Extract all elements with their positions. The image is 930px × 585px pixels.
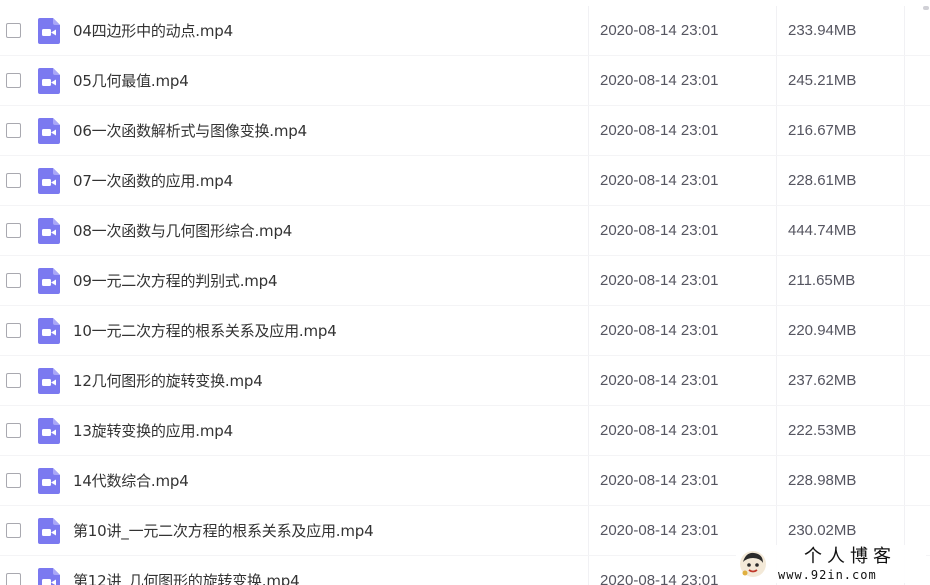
video-file-icon <box>38 218 60 244</box>
video-file-icon <box>38 368 60 394</box>
file-modified-date: 2020-08-14 23:01 <box>600 72 719 89</box>
file-name[interactable]: 第10讲_一元二次方程的根系关系及应用.mp4 <box>73 520 374 541</box>
video-file-icon <box>38 118 60 144</box>
file-size: 237.62MB <box>788 372 857 389</box>
file-row-3[interactable]: 06一次函数解析式与图像变换.mp4 2020-08-14 23:01 216.… <box>0 106 930 156</box>
file-rows: 04四边形中的动点.mp4 2020-08-14 23:01 233.94MB … <box>0 6 930 585</box>
video-file-icon <box>38 468 60 494</box>
row-checkbox[interactable] <box>6 123 21 138</box>
file-size: 216.67MB <box>788 122 857 139</box>
video-file-icon <box>38 318 60 344</box>
file-name[interactable]: 05几何最值.mp4 <box>73 70 189 91</box>
file-modified-date: 2020-08-14 23:01 <box>600 422 719 439</box>
file-size: 245.21MB <box>788 72 857 89</box>
video-file-icon <box>38 568 60 585</box>
file-modified-date: 2020-08-14 23:01 <box>600 22 719 39</box>
file-size: 228.98MB <box>788 472 857 489</box>
file-name[interactable]: 12几何图形的旋转变换.mp4 <box>73 370 263 391</box>
blog-logo-icon <box>740 551 766 577</box>
file-row-10[interactable]: 14代数综合.mp4 2020-08-14 23:01 228.98MB <box>0 456 930 506</box>
video-file-icon <box>38 68 60 94</box>
file-name[interactable]: 10一元二次方程的根系关系及应用.mp4 <box>73 320 337 341</box>
file-modified-date: 2020-08-14 23:01 <box>600 172 719 189</box>
file-row-6[interactable]: 09一元二次方程的判别式.mp4 2020-08-14 23:01 211.65… <box>0 256 930 306</box>
file-list: 04四边形中的动点.mp4 2020-08-14 23:01 233.94MB … <box>0 6 930 585</box>
file-name[interactable]: 08一次函数与几何图形综合.mp4 <box>73 220 292 241</box>
file-modified-date: 2020-08-14 23:01 <box>600 372 719 389</box>
file-size: 222.53MB <box>788 422 857 439</box>
file-name[interactable]: 13旋转变换的应用.mp4 <box>73 420 233 441</box>
row-checkbox[interactable] <box>6 573 21 585</box>
watermark-url: www.92in.com <box>778 567 877 582</box>
file-size: 211.65MB <box>788 272 856 289</box>
file-modified-date: 2020-08-14 23:01 <box>600 472 719 489</box>
file-name[interactable]: 第12讲_几何图形的旋转变换.mp4 <box>73 570 300 585</box>
file-size: 233.94MB <box>788 22 857 39</box>
file-name[interactable]: 04四边形中的动点.mp4 <box>73 20 233 41</box>
file-modified-date: 2020-08-14 23:01 <box>600 122 719 139</box>
video-file-icon <box>38 268 60 294</box>
row-checkbox[interactable] <box>6 323 21 338</box>
file-modified-date: 2020-08-14 23:01 <box>600 272 719 289</box>
file-row-8[interactable]: 12几何图形的旋转变换.mp4 2020-08-14 23:01 237.62M… <box>0 356 930 406</box>
file-name[interactable]: 14代数综合.mp4 <box>73 470 189 491</box>
file-name[interactable]: 09一元二次方程的判别式.mp4 <box>73 270 278 291</box>
row-checkbox[interactable] <box>6 223 21 238</box>
file-size: 444.74MB <box>788 222 857 239</box>
row-checkbox[interactable] <box>6 373 21 388</box>
video-file-icon <box>38 18 60 44</box>
file-size: 228.61MB <box>788 172 857 189</box>
file-row-9[interactable]: 13旋转变换的应用.mp4 2020-08-14 23:01 222.53MB <box>0 406 930 456</box>
watermark-title: 个人博客 <box>804 545 896 567</box>
file-row-2[interactable]: 05几何最值.mp4 2020-08-14 23:01 245.21MB <box>0 56 930 106</box>
blog-watermark: 个人博客 www.92in.com <box>736 545 926 583</box>
file-modified-date: 2020-08-14 23:01 <box>600 322 719 339</box>
row-checkbox[interactable] <box>6 173 21 188</box>
video-file-icon <box>38 168 60 194</box>
file-row-5[interactable]: 08一次函数与几何图形综合.mp4 2020-08-14 23:01 444.7… <box>0 206 930 256</box>
file-row-1[interactable]: 04四边形中的动点.mp4 2020-08-14 23:01 233.94MB <box>0 6 930 56</box>
row-checkbox[interactable] <box>6 23 21 38</box>
file-size: 230.02MB <box>788 522 857 539</box>
file-size: 220.94MB <box>788 322 857 339</box>
row-checkbox[interactable] <box>6 473 21 488</box>
row-checkbox[interactable] <box>6 273 21 288</box>
file-modified-date: 2020-08-14 23:01 <box>600 522 719 539</box>
row-checkbox[interactable] <box>6 73 21 88</box>
row-checkbox[interactable] <box>6 523 21 538</box>
file-modified-date: 2020-08-14 23:01 <box>600 572 719 585</box>
file-modified-date: 2020-08-14 23:01 <box>600 222 719 239</box>
row-checkbox[interactable] <box>6 423 21 438</box>
file-name[interactable]: 06一次函数解析式与图像变换.mp4 <box>73 120 307 141</box>
file-row-7[interactable]: 10一元二次方程的根系关系及应用.mp4 2020-08-14 23:01 22… <box>0 306 930 356</box>
video-file-icon <box>38 518 60 544</box>
file-name[interactable]: 07一次函数的应用.mp4 <box>73 170 233 191</box>
file-row-4[interactable]: 07一次函数的应用.mp4 2020-08-14 23:01 228.61MB <box>0 156 930 206</box>
video-file-icon <box>38 418 60 444</box>
